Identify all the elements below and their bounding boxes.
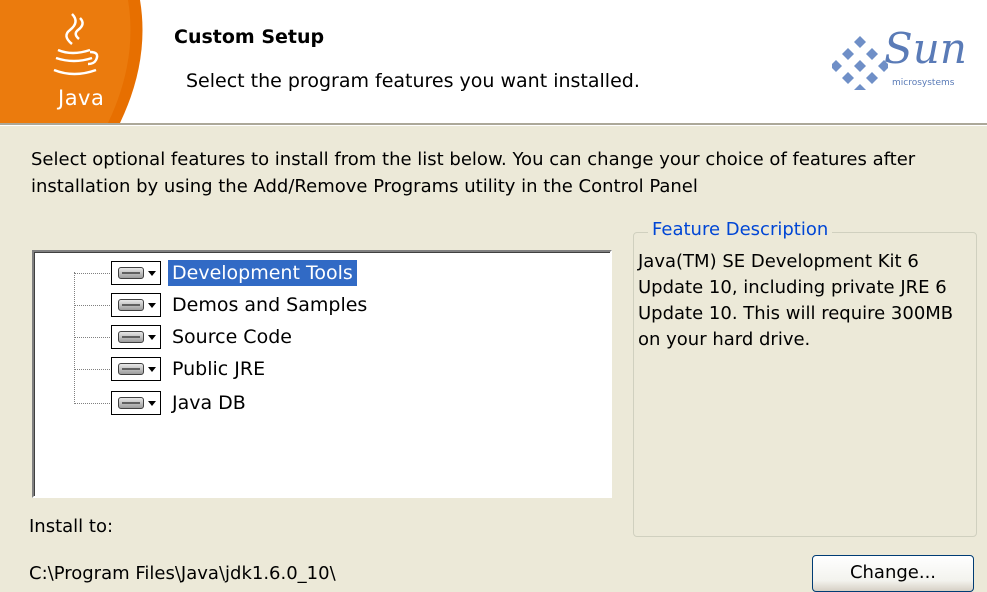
- feature-label-demos-and-samples[interactable]: Demos and Samples: [168, 292, 371, 318]
- hard-drive-icon: [118, 363, 144, 375]
- feature-install-dropdown[interactable]: [111, 293, 161, 317]
- header-banner: Java Custom Setup Select the program fea…: [0, 0, 987, 123]
- dropdown-arrow-icon: [148, 401, 156, 406]
- dropdown-arrow-icon: [148, 335, 156, 340]
- feature-label-public-jre[interactable]: Public JRE: [168, 356, 269, 382]
- page-subtitle: Select the program features you want ins…: [186, 70, 640, 92]
- tree-item[interactable]: Development Tools: [74, 258, 594, 290]
- hard-drive-icon: [118, 331, 144, 343]
- dropdown-arrow-icon: [148, 303, 156, 308]
- feature-tree[interactable]: Development Tools Demos and Samples Sour…: [32, 250, 612, 498]
- install-path-value: C:\Program Files\Java\jdk1.6.0_10\: [29, 563, 336, 584]
- dropdown-arrow-icon: [148, 367, 156, 372]
- sun-wordmark: Sun: [884, 24, 967, 73]
- feature-label-development-tools[interactable]: Development Tools: [168, 260, 357, 286]
- feature-description-legend: Feature Description: [648, 219, 833, 240]
- java-logo-text: Java: [58, 86, 105, 110]
- sun-diamond-icon: [832, 36, 888, 90]
- change-button[interactable]: Change...: [812, 555, 974, 592]
- tree-item[interactable]: Source Code: [74, 322, 594, 354]
- feature-description-group: Feature Description Java(TM) SE Developm…: [633, 219, 977, 537]
- feature-install-dropdown[interactable]: [111, 357, 161, 381]
- feature-install-dropdown[interactable]: [111, 261, 161, 285]
- feature-label-source-code[interactable]: Source Code: [168, 324, 296, 350]
- instructions-text: Select optional features to install from…: [31, 149, 916, 197]
- hard-drive-icon: [118, 267, 144, 279]
- install-to-label: Install to:: [29, 516, 114, 537]
- feature-install-dropdown[interactable]: [111, 325, 161, 349]
- sun-subtext: microsystems: [892, 78, 955, 88]
- header-divider: [0, 123, 987, 126]
- feature-label-java-db[interactable]: Java DB: [168, 390, 250, 416]
- feature-install-dropdown[interactable]: [111, 391, 161, 415]
- page-title: Custom Setup: [174, 26, 325, 48]
- hard-drive-icon: [118, 397, 144, 409]
- sun-logo: Sun microsystems: [832, 24, 982, 98]
- hard-drive-icon: [118, 299, 144, 311]
- tree-item[interactable]: Public JRE: [74, 354, 594, 386]
- tree-item[interactable]: Demos and Samples: [74, 290, 594, 322]
- tree-item[interactable]: Java DB: [74, 388, 594, 420]
- feature-description-text: Java(TM) SE Development Kit 6 Update 10,…: [638, 251, 954, 350]
- java-logo: Java: [0, 0, 148, 123]
- dropdown-arrow-icon: [148, 271, 156, 276]
